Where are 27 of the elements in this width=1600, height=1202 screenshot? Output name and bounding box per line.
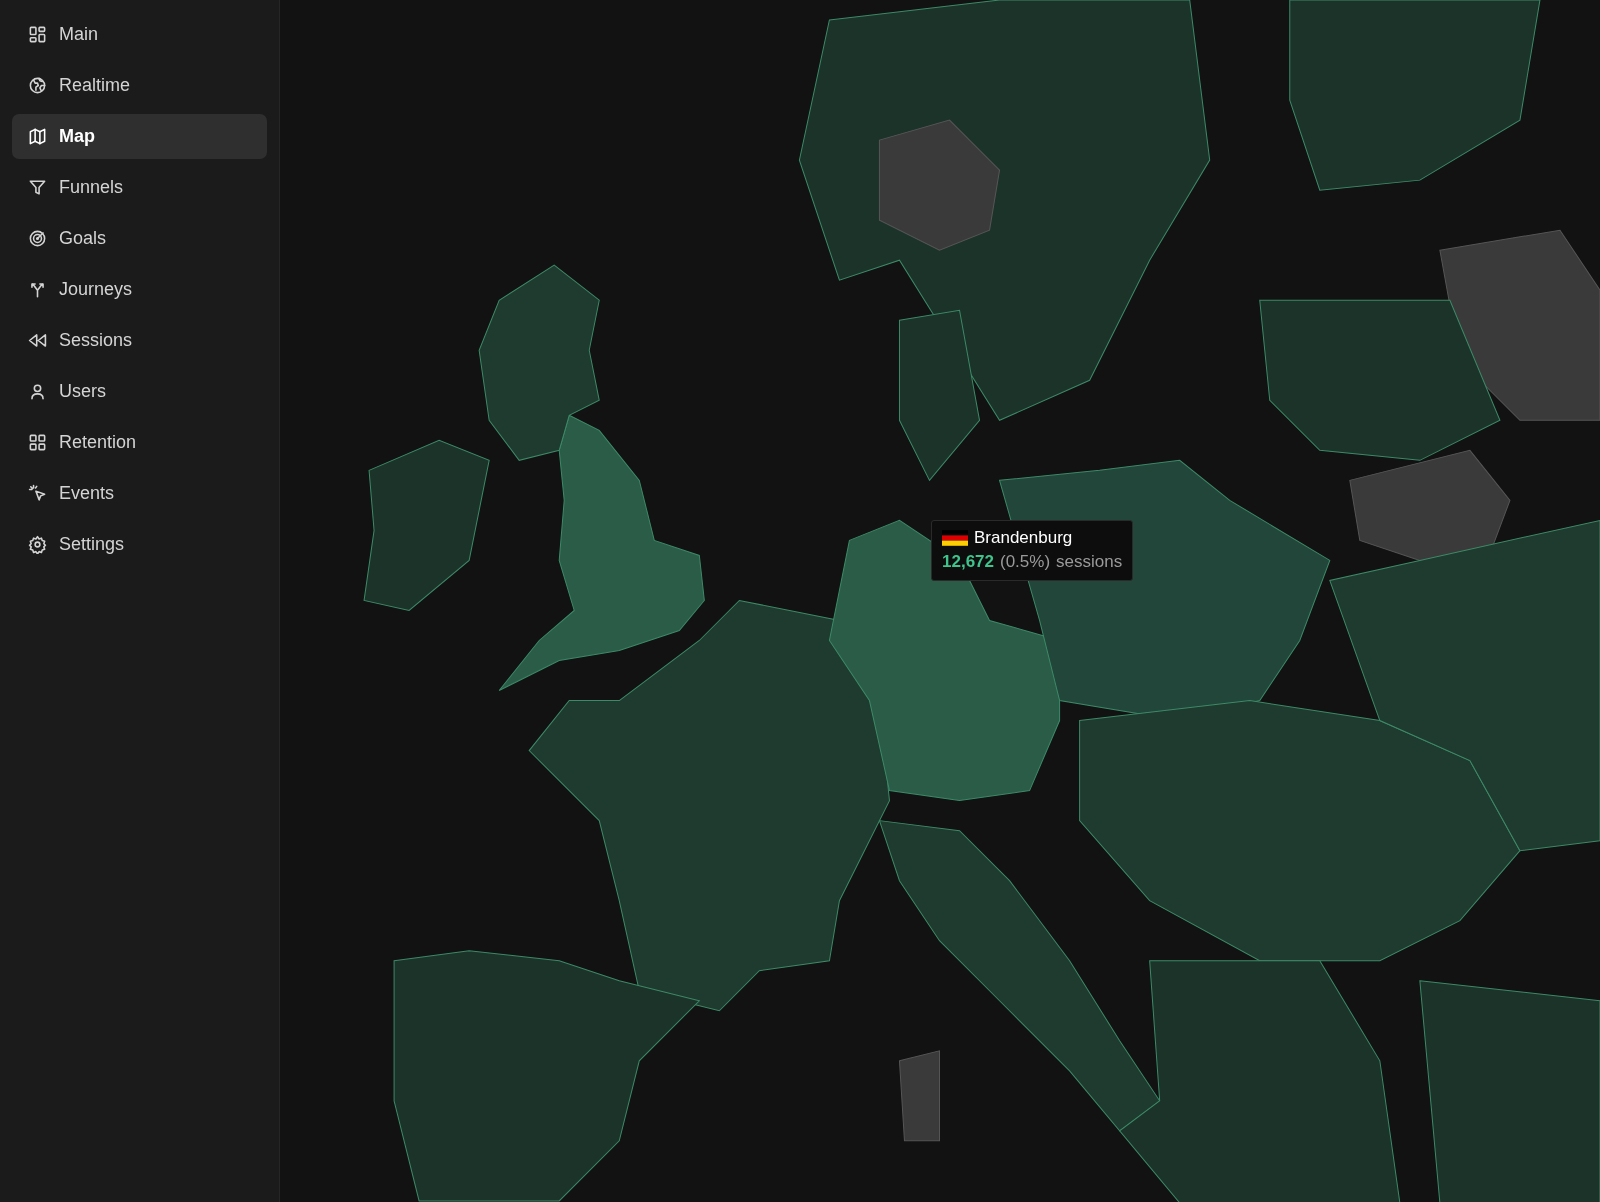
sidebar-item[interactable]: Retention bbox=[12, 420, 267, 465]
settings-icon bbox=[28, 535, 47, 554]
user-icon bbox=[28, 382, 47, 401]
session-share: (0.5%) bbox=[1000, 552, 1051, 572]
sidebar-item[interactable]: Sessions bbox=[12, 318, 267, 363]
map-icon bbox=[28, 127, 47, 146]
rewind-icon bbox=[28, 331, 47, 350]
cursor-click-icon bbox=[28, 484, 47, 503]
dashboard-icon bbox=[28, 25, 47, 44]
globe-icon bbox=[28, 76, 47, 95]
sidebar-item[interactable]: Events bbox=[12, 471, 267, 516]
sidebar-item[interactable]: Settings bbox=[12, 522, 267, 567]
sidebar-item[interactable]: Goals bbox=[12, 216, 267, 261]
session-unit: sessions bbox=[1056, 552, 1123, 572]
sidebar-item[interactable]: Realtime bbox=[12, 63, 267, 108]
region-name: Brandenburg bbox=[974, 528, 1073, 548]
sidebar-item[interactable]: Map bbox=[12, 114, 267, 159]
split-arrows-icon bbox=[28, 280, 47, 299]
sidebar-item[interactable]: Users bbox=[12, 369, 267, 414]
sidebar-item[interactable]: Main bbox=[12, 12, 267, 57]
session-count: 12,672 bbox=[942, 552, 994, 572]
grid-icon bbox=[28, 433, 47, 452]
funnel-icon bbox=[28, 178, 47, 197]
target-icon bbox=[28, 229, 47, 248]
sidebar-item[interactable]: Funnels bbox=[12, 165, 267, 210]
sidebar-item[interactable]: Journeys bbox=[12, 267, 267, 312]
flag-icon bbox=[942, 530, 968, 546]
